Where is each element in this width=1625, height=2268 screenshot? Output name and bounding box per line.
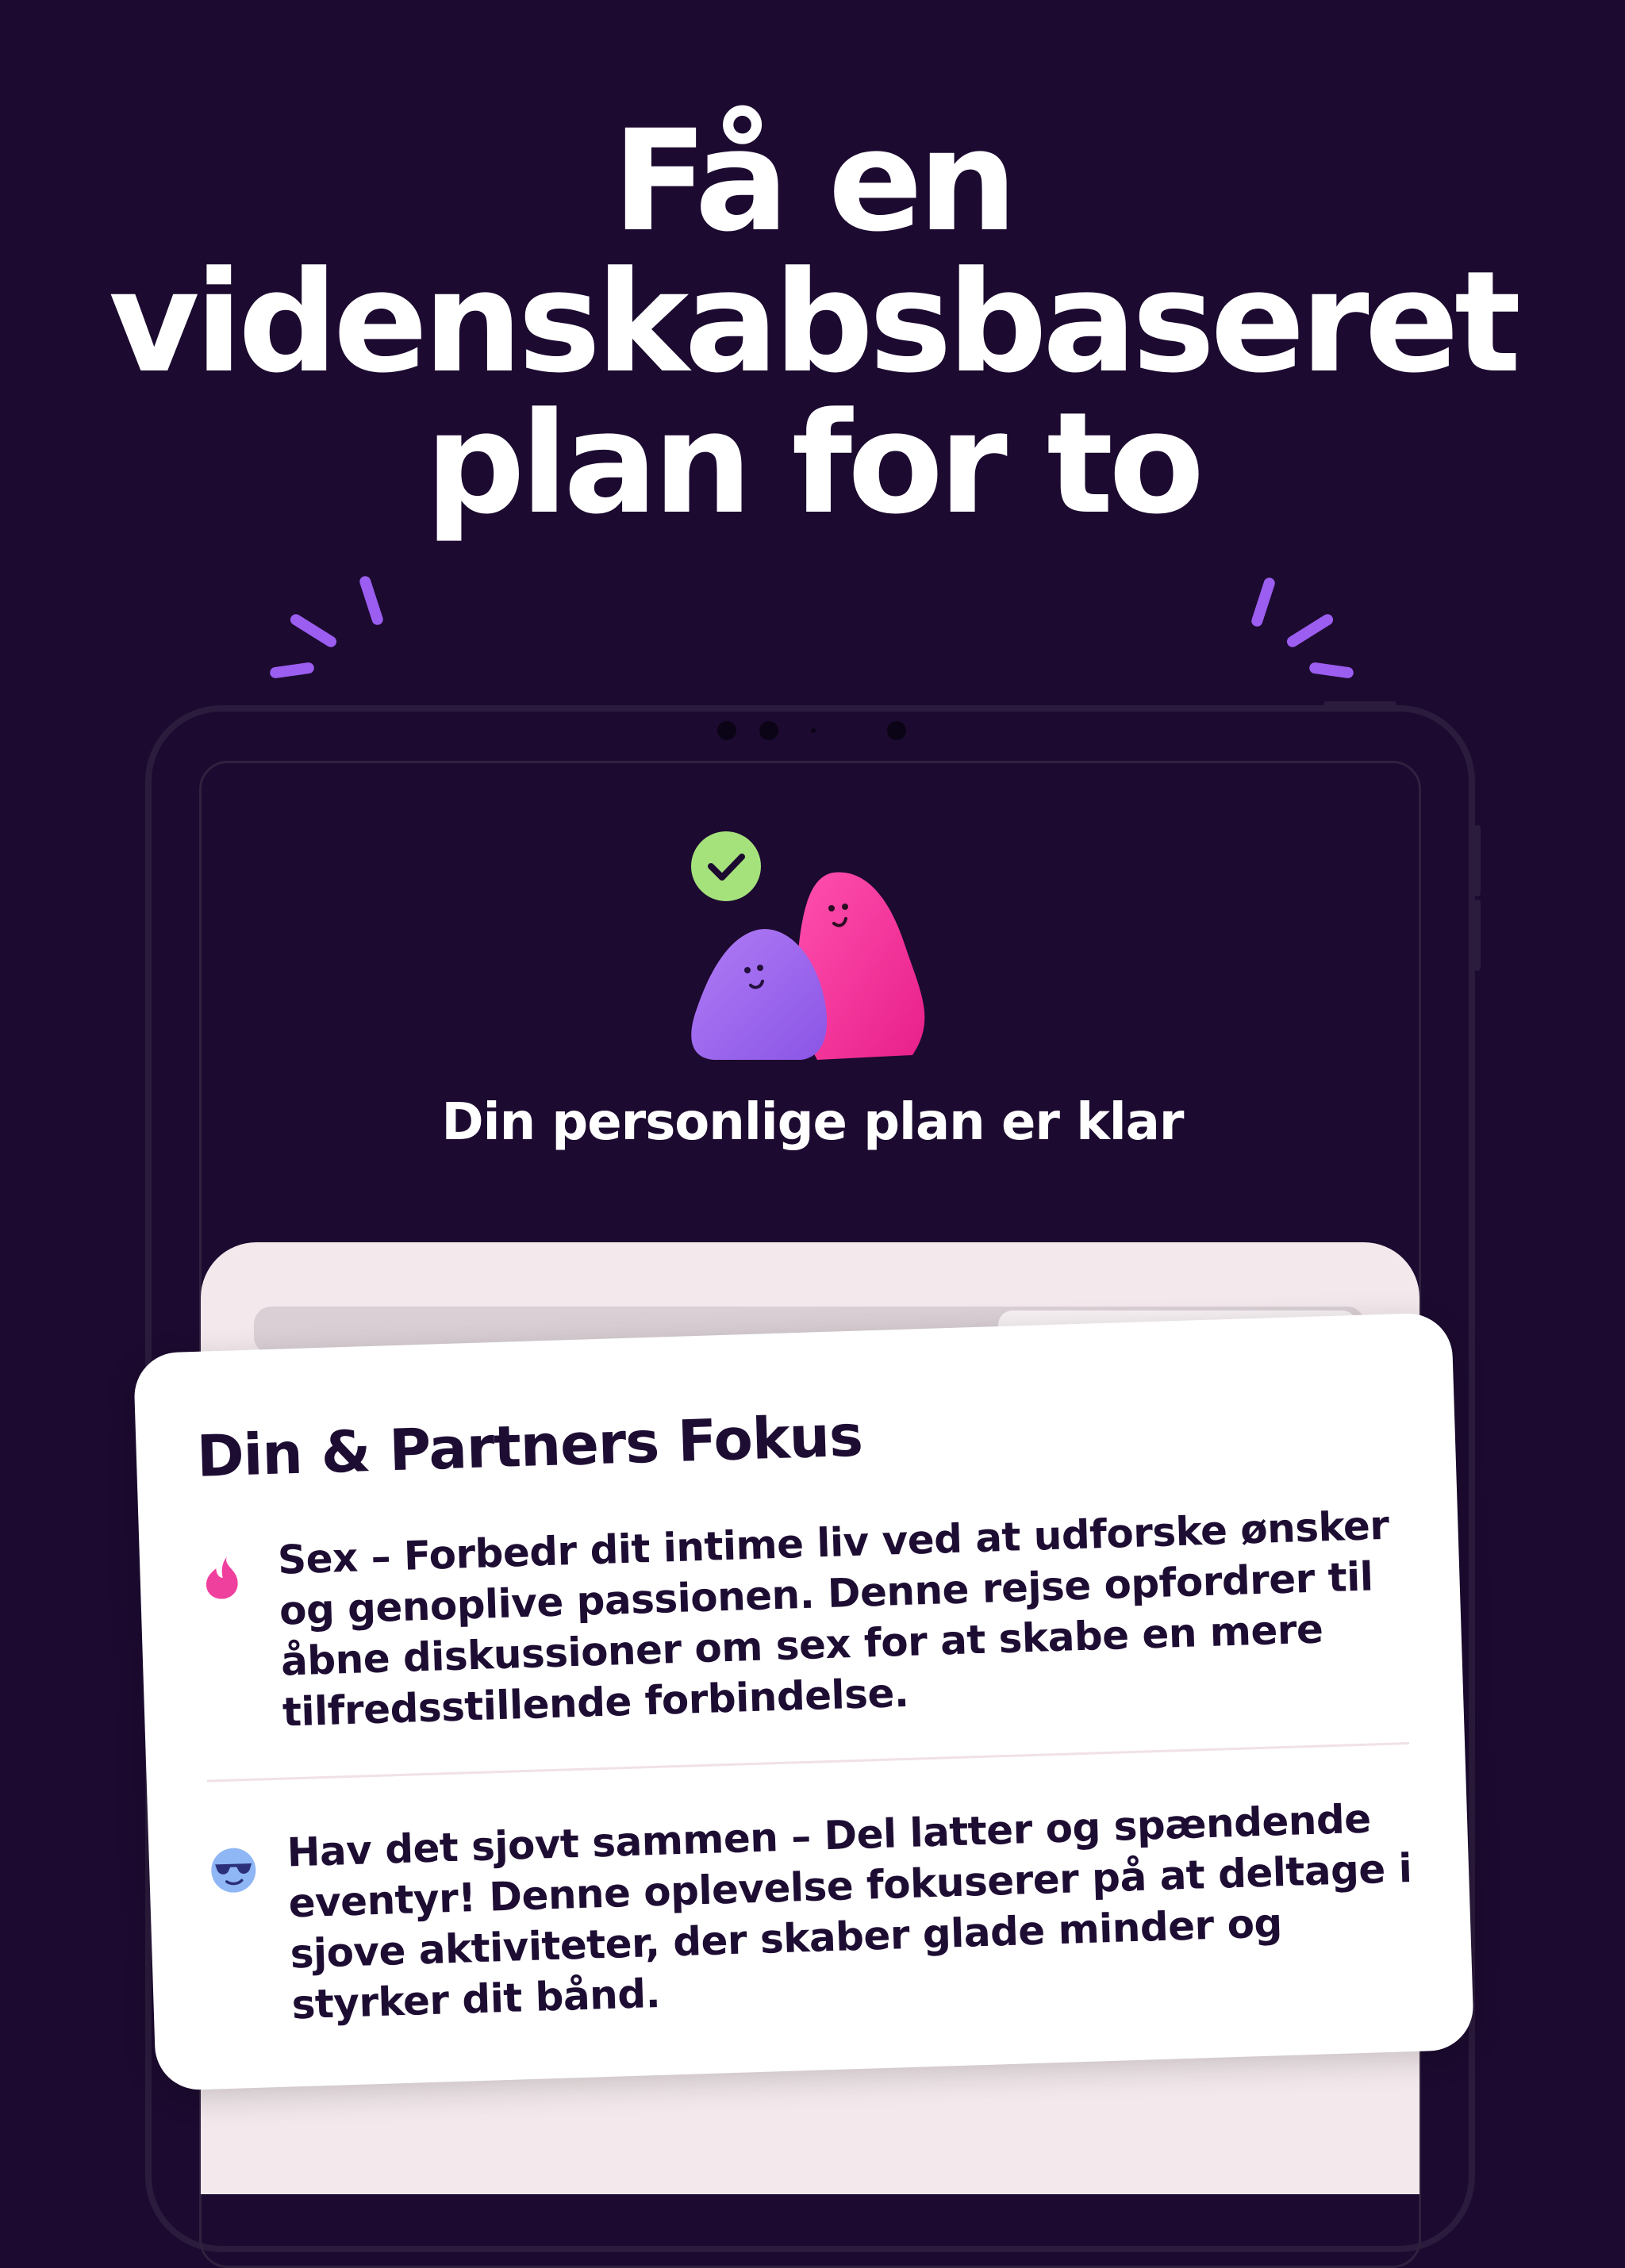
tablet-top-button [1323,701,1396,708]
headline-line-1: Få en [612,100,1018,263]
front-camera-icon [717,721,736,740]
proximity-sensor-icon [887,721,906,740]
headline-line-3: plan for to [424,382,1204,545]
focus-item-fun: Hav det sjovt sammen – Del latter og spæ… [209,1792,1417,2032]
focus-item-sex: Sex – Forbedr dit intime liv ved at udfo… [199,1499,1408,1740]
check-badge-icon [691,831,761,901]
focus-divider [206,1742,1410,1783]
plan-ready-title: Din personlige plan er klar [441,1093,1185,1152]
tablet-volume-up-button [1474,825,1481,896]
flame-icon [206,1556,238,1599]
tablet-volume-down-button [1474,900,1481,971]
sunglasses-emoji-icon [211,1848,256,1893]
light-sensor-icon [811,728,816,733]
sensor-icon [759,721,778,740]
focus-card: Din & Partners Fokus Sex – Forbedr dit i… [133,1312,1475,2091]
couple-blobs-illustration [691,831,925,1060]
headline-line-2: videnskabsbaseret [108,241,1521,404]
focus-item-sex-text: Sex – Forbedr dit intime liv ved at udfo… [277,1502,1390,1736]
focus-item-fun-text: Hav det sjovt sammen – Del latter og spæ… [286,1795,1413,2028]
page-headline: Få en videnskabsbaseret plan for to [0,111,1625,535]
focus-card-title: Din & Partners Fokus [195,1402,864,1490]
